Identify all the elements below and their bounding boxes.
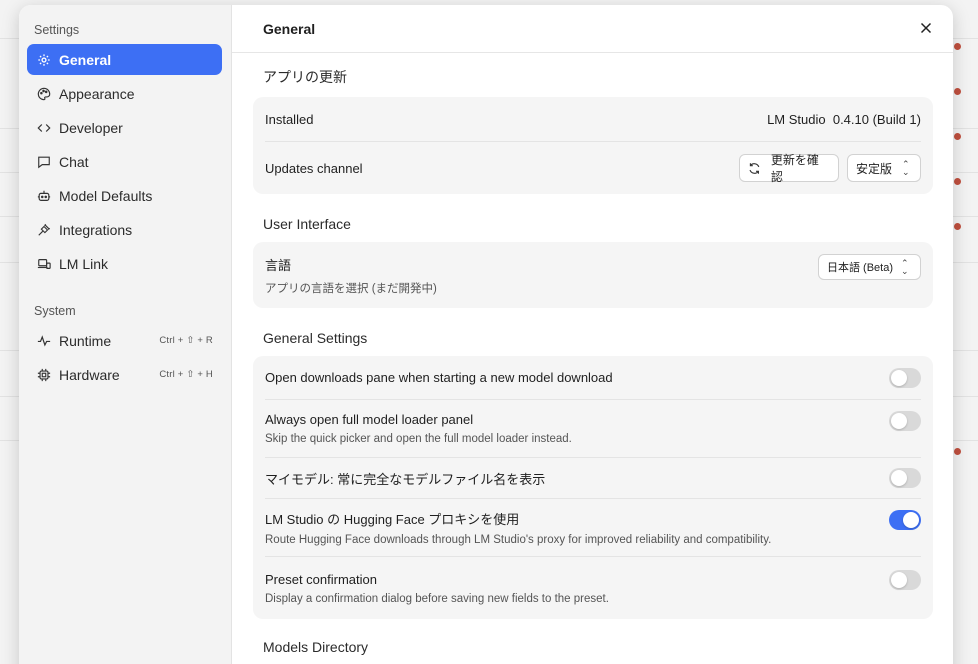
language-select[interactable]: 日本語 (Beta) ⌃ ⌄ xyxy=(818,254,921,280)
palette-icon xyxy=(37,87,51,101)
settings-dialog: Settings General Appearance Developer Ch… xyxy=(19,5,953,664)
toggle-downloads-pane[interactable] xyxy=(889,367,921,388)
installed-row: Installed LM Studio 0.4.10 (Build 1) xyxy=(265,97,921,142)
code-icon xyxy=(37,121,51,135)
shortcut-hint: Ctrl + ⇧ + R xyxy=(159,335,213,346)
sidebar-section-system: System xyxy=(34,304,76,318)
setting-label: Open downloads pane when starting a new … xyxy=(265,370,613,385)
setting-label: Always open full model loader panel xyxy=(265,412,474,427)
toggle-full-loader[interactable] xyxy=(889,410,921,431)
user-interface-card: 言語 アプリの言語を選択 (まだ開発中) 日本語 (Beta) ⌃ ⌄ xyxy=(253,242,933,308)
sidebar-item-developer[interactable]: Developer xyxy=(27,112,222,143)
sidebar-item-runtime[interactable]: Runtime Ctrl + ⇧ + R xyxy=(27,325,222,356)
app-update-card: Installed LM Studio 0.4.10 (Build 1) Upd… xyxy=(253,97,933,194)
settings-main: General アプリの更新 Installed LM Studio 0.4.1… xyxy=(232,5,953,664)
sidebar-item-model-defaults[interactable]: Model Defaults xyxy=(27,180,222,211)
sidebar-item-label: Hardware xyxy=(59,366,120,383)
sidebar-item-label: Developer xyxy=(59,119,123,136)
sidebar-item-label: Runtime xyxy=(59,332,112,349)
language-label: 言語 xyxy=(265,257,292,273)
refresh-icon xyxy=(749,162,760,174)
shortcut-hint: Ctrl + ⇧ + H xyxy=(159,369,213,380)
setting-description: Display a confirmation dialog before sav… xyxy=(265,592,609,605)
sidebar-item-label: Model Defaults xyxy=(59,187,153,204)
updates-channel-label: Updates channel xyxy=(265,160,363,176)
link-icon xyxy=(37,257,51,271)
language-row: 言語 アプリの言語を選択 (まだ開発中) 日本語 (Beta) ⌃ ⌄ xyxy=(265,242,921,308)
page-title: General xyxy=(232,5,953,53)
plug-icon xyxy=(37,223,51,237)
sidebar-item-label: Integrations xyxy=(59,221,133,238)
language-description: アプリの言語を選択 (まだ開発中) xyxy=(265,282,437,295)
installed-label: Installed xyxy=(265,111,314,127)
language-select-value: 日本語 (Beta) xyxy=(827,262,894,274)
sidebar-section-settings: Settings xyxy=(34,23,80,37)
setting-row-full-loader: Always open full model loader panel Skip… xyxy=(265,400,921,458)
section-title-models-directory: Models Directory xyxy=(263,639,369,655)
setting-label: マイモデル: 常に完全なモデルファイル名を表示 xyxy=(265,471,546,487)
sidebar-item-integrations[interactable]: Integrations xyxy=(27,214,222,245)
gear-icon xyxy=(37,53,51,67)
close-icon xyxy=(920,22,932,34)
chat-icon xyxy=(37,155,51,169)
setting-description: Skip the quick picker and open the full … xyxy=(265,433,572,445)
setting-row-downloads-pane: Open downloads pane when starting a new … xyxy=(265,356,921,400)
sidebar-item-appearance[interactable]: Appearance xyxy=(27,78,222,109)
updates-channel-select[interactable]: 安定版 ⌃ ⌄ xyxy=(847,154,921,182)
section-title-general-settings: General Settings xyxy=(263,330,368,346)
check-updates-label: 更新を確認 xyxy=(770,153,819,184)
updates-channel-row: Updates channel 更新を確認 安定版 ⌃ ⌄ xyxy=(265,142,921,194)
toggle-full-filename[interactable] xyxy=(889,468,921,488)
chip-icon xyxy=(37,368,51,382)
pulse-icon xyxy=(37,334,51,348)
toggle-preset-confirmation[interactable] xyxy=(889,570,921,590)
section-title-user-interface: User Interface xyxy=(263,216,351,232)
section-title-app-update: アプリの更新 xyxy=(263,69,347,85)
setting-row-full-filename: マイモデル: 常に完全なモデルファイル名を表示 xyxy=(265,458,921,499)
check-updates-button[interactable]: 更新を確認 xyxy=(739,153,839,184)
channel-select-value: 安定版 xyxy=(856,161,893,176)
sidebar-item-chat[interactable]: Chat xyxy=(27,146,222,177)
sidebar-item-label: Chat xyxy=(59,153,89,170)
sidebar-item-label: LM Link xyxy=(59,255,109,272)
general-settings-card: Open downloads pane when starting a new … xyxy=(253,356,933,619)
toggle-hf-proxy[interactable] xyxy=(889,509,921,530)
settings-sidebar: Settings General Appearance Developer Ch… xyxy=(19,5,232,664)
chevron-updown-icon: ⌃ ⌄ xyxy=(902,159,910,177)
setting-label: LM Studio の Hugging Face プロキシを使用 xyxy=(265,512,520,527)
sidebar-item-label: Appearance xyxy=(59,85,135,102)
chevron-updown-icon: ⌃ ⌄ xyxy=(901,258,909,276)
setting-row-hf-proxy: LM Studio の Hugging Face プロキシを使用 Route H… xyxy=(265,499,921,557)
sidebar-item-lm-link[interactable]: LM Link xyxy=(27,248,222,279)
close-button[interactable] xyxy=(918,20,934,36)
installed-version: LM Studio 0.4.10 (Build 1) xyxy=(767,111,921,127)
sidebar-item-general[interactable]: General xyxy=(27,44,222,75)
sidebar-item-label: General xyxy=(59,51,112,68)
setting-description: Route Hugging Face downloads through LM … xyxy=(265,534,772,546)
robot-icon xyxy=(37,189,51,203)
setting-label: Preset confirmation xyxy=(265,571,377,587)
sidebar-item-hardware[interactable]: Hardware Ctrl + ⇧ + H xyxy=(27,359,222,390)
setting-row-preset-confirmation: Preset confirmation Display a confirmati… xyxy=(265,557,921,619)
